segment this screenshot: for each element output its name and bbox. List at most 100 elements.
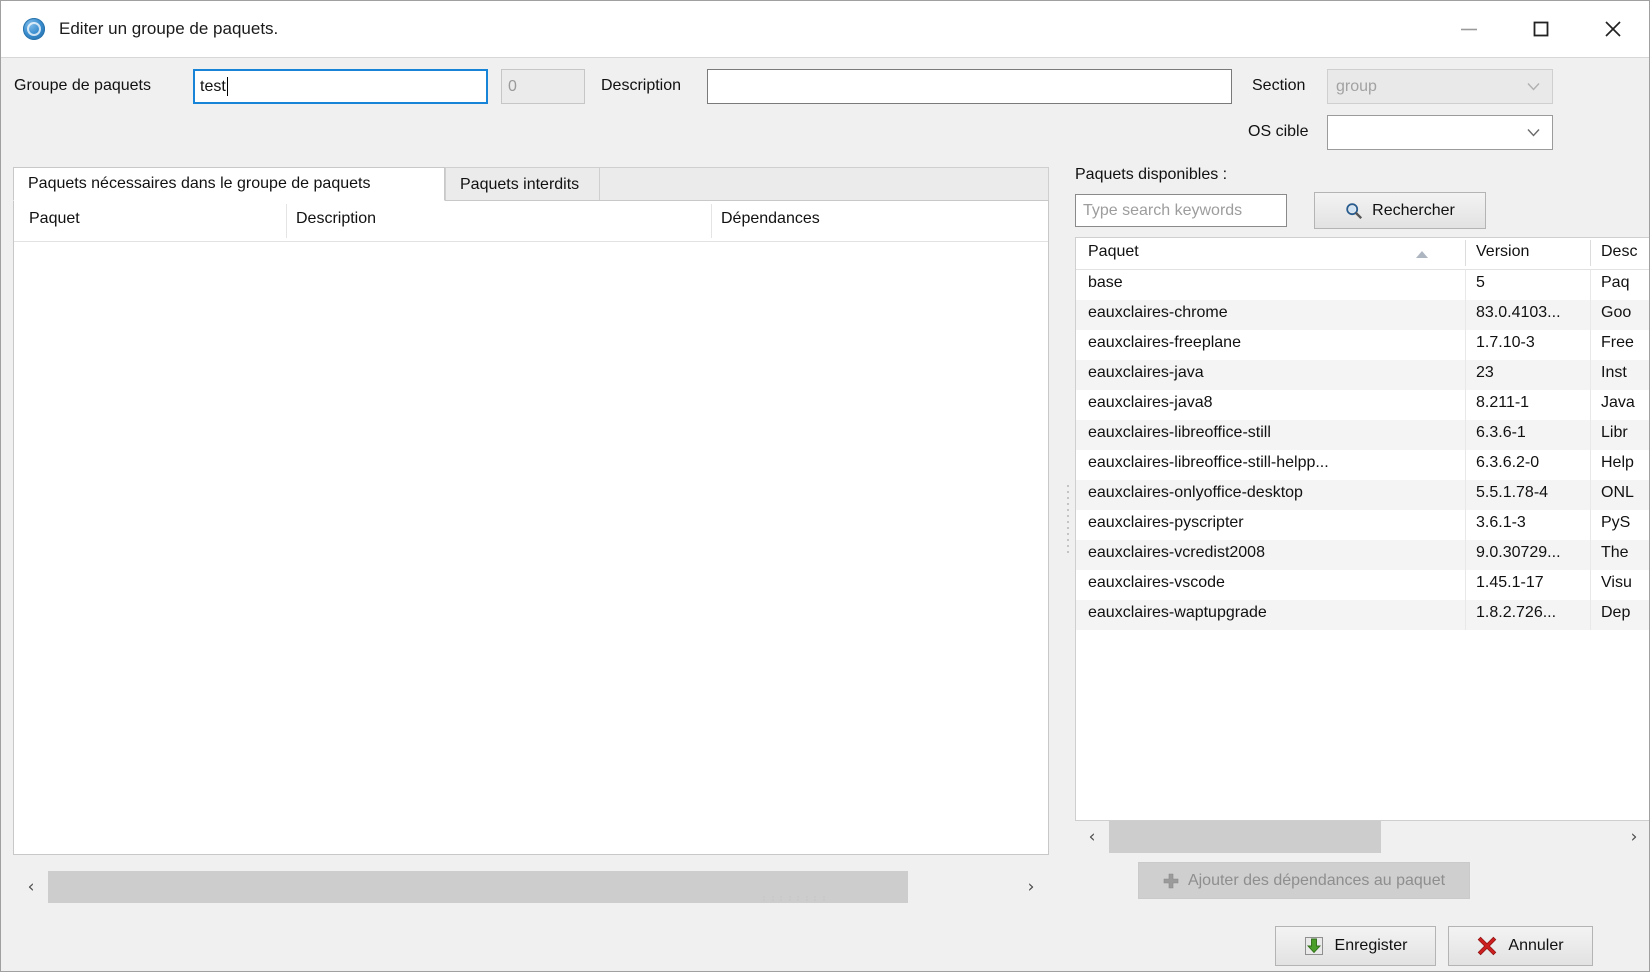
cell-divider	[1590, 600, 1591, 630]
cell-description: Dep	[1601, 604, 1630, 622]
search-button-label: Rechercher	[1372, 202, 1455, 220]
cell-description: Goo	[1601, 304, 1631, 322]
cell-paquet: base	[1088, 274, 1123, 292]
table-row[interactable]: eauxclaires-onlyoffice-desktop5.5.1.78-4…	[1076, 480, 1650, 510]
required-packages-list[interactable]: Paquet Description Dépendances	[13, 200, 1049, 855]
minimize-icon[interactable]	[1433, 1, 1505, 57]
column-header-version[interactable]: Version	[1476, 243, 1529, 261]
cell-divider	[1590, 390, 1591, 420]
cell-divider	[1590, 450, 1591, 480]
save-down-arrow-icon	[1304, 936, 1324, 956]
cell-version: 9.0.30729...	[1476, 544, 1561, 562]
add-dependencies-label: Ajouter des dépendances au paquet	[1188, 872, 1445, 890]
table-row[interactable]: eauxclaires-chrome83.0.4103...Goo	[1076, 300, 1650, 330]
scroll-right-icon[interactable]: ›	[1014, 871, 1048, 903]
scroll-left-icon[interactable]: ‹	[14, 871, 48, 903]
cell-paquet: eauxclaires-onlyoffice-desktop	[1088, 484, 1303, 502]
table-row[interactable]: eauxclaires-libreoffice-still-helpp...6.…	[1076, 450, 1650, 480]
cell-description: Java	[1601, 394, 1635, 412]
required-packages-rows	[14, 242, 1048, 855]
available-packages-header: Paquet Version Desc	[1076, 238, 1650, 270]
cell-version: 6.3.6-1	[1476, 424, 1526, 442]
cell-description: Paq	[1601, 274, 1629, 292]
cell-divider	[1465, 450, 1466, 480]
left-scroll-track[interactable]	[48, 871, 1014, 903]
cell-paquet: eauxclaires-vscode	[1088, 574, 1225, 592]
scroll-left-icon[interactable]: ‹	[1075, 821, 1109, 853]
table-row[interactable]: eauxclaires-vcredist20089.0.30729...The	[1076, 540, 1650, 570]
cell-paquet: eauxclaires-java8	[1088, 394, 1213, 412]
table-row[interactable]: eauxclaires-libreoffice-still6.3.6-1Libr	[1076, 420, 1650, 450]
tab-required-packages-label: Paquets nécessaires dans le groupe de pa…	[28, 175, 370, 193]
scroll-right-icon[interactable]: ›	[1617, 821, 1650, 853]
close-icon[interactable]	[1577, 1, 1649, 57]
tab-strip-filler	[600, 167, 1049, 200]
tab-required-packages[interactable]: Paquets nécessaires dans le groupe de pa…	[13, 167, 445, 201]
group-name-input[interactable]: test	[193, 69, 488, 104]
column-divider[interactable]	[1590, 240, 1591, 266]
column-header-dependances[interactable]: Dépendances	[721, 210, 820, 228]
cell-paquet: eauxclaires-waptupgrade	[1088, 604, 1267, 622]
cell-divider	[1590, 480, 1591, 510]
column-divider[interactable]	[286, 204, 287, 238]
search-button[interactable]: Rechercher	[1314, 192, 1486, 229]
available-packages-label: Paquets disponibles :	[1075, 166, 1227, 184]
description-input[interactable]	[707, 69, 1232, 104]
cell-description: PyS	[1601, 514, 1630, 532]
pane-splitter[interactable]	[1065, 481, 1070, 551]
cell-divider	[1465, 390, 1466, 420]
table-row[interactable]: eauxclaires-waptupgrade 1.8.2.726... Dep	[1076, 600, 1650, 630]
cancel-button[interactable]: Annuler	[1448, 926, 1593, 966]
cell-divider	[1465, 480, 1466, 510]
table-row[interactable]: eauxclaires-freeplane1.7.10-3Free	[1076, 330, 1650, 360]
add-dependencies-button[interactable]: Ajouter des dépendances au paquet	[1138, 862, 1470, 899]
column-header-description[interactable]: Desc	[1601, 243, 1637, 261]
cell-divider	[1590, 420, 1591, 450]
available-packages-rows: base 5 Paq eauxclaires-chrome83.0.4103...Go…	[1076, 270, 1650, 630]
table-row[interactable]: eauxclaires-pyscripter3.6.1-3PyS	[1076, 510, 1650, 540]
cell-version: 1.45.1-17	[1476, 574, 1544, 592]
cell-paquet: eauxclaires-chrome	[1088, 304, 1228, 322]
section-select[interactable]: group	[1327, 69, 1553, 104]
column-divider[interactable]	[711, 204, 712, 238]
cell-divider	[1465, 270, 1466, 300]
cell-divider	[1465, 570, 1466, 600]
edit-package-group-window: Editer un groupe de paquets. Groupe de p…	[0, 0, 1650, 972]
table-row[interactable]: eauxclaires-vscode1.45.1-17Visu	[1076, 570, 1650, 600]
group-name-value: test	[200, 79, 226, 95]
cell-paquet: eauxclaires-pyscripter	[1088, 514, 1244, 532]
maximize-icon[interactable]	[1505, 1, 1577, 57]
save-button[interactable]: Enregister	[1275, 926, 1436, 966]
column-divider[interactable]	[1465, 240, 1466, 266]
table-row[interactable]: eauxclaires-java8 8.211-1 Java	[1076, 390, 1650, 420]
group-name-label: Groupe de paquets	[14, 77, 151, 95]
right-scroll-thumb[interactable]	[1109, 821, 1381, 853]
target-os-select[interactable]	[1327, 115, 1553, 150]
cell-version: 1.8.2.726...	[1476, 604, 1556, 622]
cell-divider	[1465, 300, 1466, 330]
chevron-down-icon	[1527, 124, 1540, 142]
window-title: Editer un groupe de paquets.	[59, 19, 278, 39]
cell-version: 8.211-1	[1476, 394, 1529, 412]
column-header-paquet[interactable]: Paquet	[29, 210, 80, 228]
column-header-paquet[interactable]: Paquet	[1088, 243, 1139, 261]
cell-paquet: eauxclaires-libreoffice-still-helpp...	[1088, 454, 1329, 472]
save-button-label: Enregister	[1335, 937, 1408, 955]
cell-description: ONL	[1601, 484, 1634, 502]
search-input[interactable]: Type search keywords	[1075, 194, 1287, 227]
column-header-description[interactable]: Description	[296, 210, 376, 228]
right-list-hscrollbar[interactable]: ‹ ›	[1075, 821, 1650, 853]
section-label: Section	[1252, 77, 1305, 95]
table-row[interactable]: base 5 Paq	[1076, 270, 1650, 300]
resize-grip[interactable]	[763, 896, 825, 904]
tab-forbidden-packages[interactable]: Paquets interdits	[445, 167, 600, 201]
cell-divider	[1590, 360, 1591, 390]
text-caret	[227, 77, 228, 96]
available-packages-list[interactable]: Paquet Version Desc base 5 Paq eauxclaires-…	[1075, 237, 1650, 821]
right-scroll-track[interactable]	[1109, 821, 1617, 853]
left-list-hscrollbar[interactable]: ‹ ›	[14, 871, 1048, 903]
cell-divider	[1465, 540, 1466, 570]
table-row[interactable]: eauxclaires-java23Inst	[1076, 360, 1650, 390]
cell-version: 5	[1476, 274, 1485, 292]
cell-description: Help	[1601, 454, 1634, 472]
